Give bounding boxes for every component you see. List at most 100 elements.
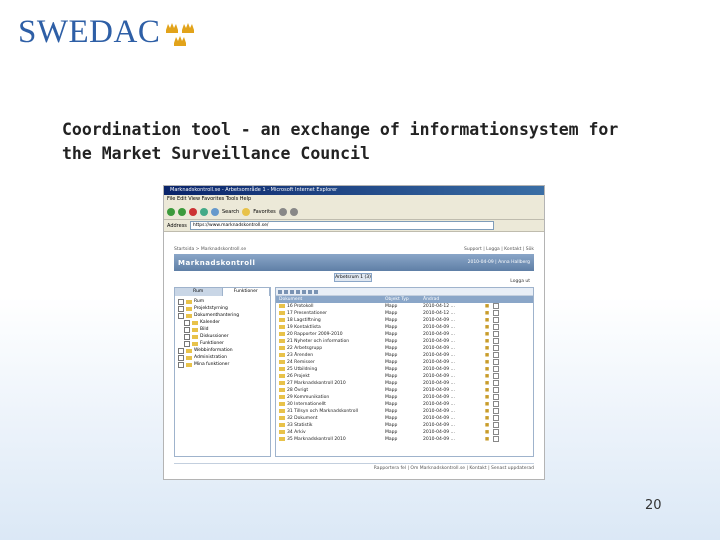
browser-menu-bar[interactable]: File Edit View Favorites Tools Help [164,195,544,204]
column-header[interactable]: Objekt Typ [385,296,423,303]
home-icon[interactable] [211,207,219,216]
lock-icon[interactable]: ■ [481,408,493,415]
row-checkbox[interactable] [493,352,499,358]
tree-item[interactable]: Projektstyrning [178,305,267,312]
table-row[interactable]: 31 Tillsyn och Marknadskontroll Mapp 2010-… [276,408,533,415]
column-header[interactable]: Dokument [276,296,385,303]
table-row[interactable]: 19 Kontaktlista Mapp 2010-04-09 ... ■ [276,324,533,331]
row-checkbox[interactable] [493,394,499,400]
lock-icon[interactable]: ■ [481,310,493,317]
lock-icon[interactable]: ■ [481,352,493,359]
document-name[interactable]: 26 Projekt [276,373,385,380]
forward-icon[interactable] [178,207,186,216]
row-checkbox[interactable] [493,415,499,421]
table-row[interactable]: 24 Remisser Mapp 2010-04-09 ... ■ [276,359,533,366]
upload-icon[interactable] [308,289,312,294]
row-checkbox[interactable] [493,345,499,351]
refresh-icon[interactable] [200,207,208,216]
document-name[interactable]: 29 Kommunikation [276,394,385,401]
table-row[interactable]: 33 Statistik Mapp 2010-04-09 ... ■ [276,422,533,429]
tree-item[interactable]: Diskussioner [178,333,267,340]
lock-icon[interactable]: ■ [481,401,493,408]
table-row[interactable]: 26 Projekt Mapp 2010-04-09 ... ■ [276,373,533,380]
tree-item[interactable]: Dokumenthantering [178,312,267,319]
logout-link[interactable]: Logga ut [510,279,530,284]
document-name[interactable]: 27 Marknadskontroll 2010 [276,380,385,387]
top-links[interactable]: Support | Logga | Kontakt | Sök [464,246,534,254]
breadcrumb[interactable]: Startsida > Marknadskontroll.se [174,246,246,254]
document-name[interactable]: 31 Tillsyn och Marknadskontroll [276,408,385,415]
app-footer[interactable]: Rapportera fel | Om Marknadskontroll.se … [174,463,534,471]
tree-item[interactable]: Mina funktioner [178,361,267,368]
stop-icon[interactable] [189,207,197,216]
row-checkbox[interactable] [493,317,499,323]
row-checkbox[interactable] [493,359,499,365]
lock-icon[interactable]: ■ [481,359,493,366]
table-row[interactable]: 35 Marknadskontroll 2010 Mapp 2010-04-09 .… [276,436,533,443]
lock-icon[interactable]: ■ [481,366,493,373]
row-checkbox[interactable] [493,436,499,442]
table-row[interactable]: 34 Arkiv Mapp 2010-04-09 ... ■ [276,429,533,436]
row-checkbox[interactable] [493,324,499,330]
tab-workspace[interactable]: Arbetsrum 1 (3) [334,273,372,282]
move-icon[interactable] [302,289,306,294]
delete-icon[interactable] [290,289,294,294]
lock-icon[interactable]: ■ [481,345,493,352]
lock-icon[interactable]: ■ [481,422,493,429]
row-checkbox[interactable] [493,331,499,337]
copy-icon[interactable] [296,289,300,294]
document-name[interactable]: 30 Internationellt [276,401,385,408]
table-row[interactable]: 16 Protokoll Mapp 2010-04-12 ... ■ [276,303,533,310]
favorites-icon[interactable] [242,207,251,216]
document-name[interactable]: 34 Arkiv [276,429,385,436]
document-name[interactable]: 35 Marknadskontroll 2010 [276,436,385,443]
column-header[interactable]: Ändrad [423,296,481,303]
table-row[interactable]: 28 Övrigt Mapp 2010-04-09 ... ■ [276,387,533,394]
row-checkbox[interactable] [493,303,499,309]
tab-rum[interactable]: Rum [175,288,223,296]
table-row[interactable]: 22 Arbetsgrupp Mapp 2010-04-09 ... ■ [276,345,533,352]
lock-icon[interactable]: ■ [481,338,493,345]
tree-item[interactable]: Administration [178,354,267,361]
tree-item[interactable]: Funktioner [178,340,267,347]
document-name[interactable]: 20 Rapporter 2009-2010 [276,331,385,338]
tree-item[interactable]: Rum [178,298,267,305]
document-name[interactable]: 21 Nyheter och information [276,338,385,345]
table-row[interactable]: 32 Dokument Mapp 2010-04-09 ... ■ [276,415,533,422]
edit-icon[interactable] [284,289,288,294]
document-name[interactable]: 23 Ärenden [276,352,385,359]
document-name[interactable]: 24 Remisser [276,359,385,366]
table-row[interactable]: 18 Lagstiftning Mapp 2010-04-09 ... ■ [276,317,533,324]
lock-icon[interactable]: ■ [481,303,493,310]
row-checkbox[interactable] [493,373,499,379]
tab-funktioner[interactable]: Funktioner [222,288,270,296]
lock-icon[interactable]: ■ [481,373,493,380]
favorites-button[interactable]: Favorites [253,209,276,215]
lock-icon[interactable]: ■ [481,415,493,422]
tree-item[interactable]: Bild [178,326,267,333]
lock-icon[interactable]: ■ [481,429,493,436]
document-name[interactable]: 28 Övrigt [276,387,385,394]
table-row[interactable]: 29 Kommunikation Mapp 2010-04-09 ... ■ [276,394,533,401]
document-name[interactable]: 16 Protokoll [276,303,385,310]
tree-item[interactable]: Webbinformation [178,347,267,354]
lock-icon[interactable]: ■ [481,394,493,401]
row-checkbox[interactable] [493,429,499,435]
row-checkbox[interactable] [493,422,499,428]
row-checkbox[interactable] [493,310,499,316]
document-name[interactable]: 32 Dokument [276,415,385,422]
address-field[interactable]: https://www.marknadskontroll.se/ [189,221,494,230]
print-icon[interactable] [289,207,298,216]
table-row[interactable]: 21 Nyheter och information Mapp 2010-04-09… [276,338,533,345]
table-row[interactable]: 17 Presentationer Mapp 2010-04-12 ... ■ [276,310,533,317]
row-checkbox[interactable] [493,366,499,372]
document-name[interactable]: 17 Presentationer [276,310,385,317]
row-checkbox[interactable] [493,408,499,414]
back-icon[interactable] [167,207,175,216]
table-row[interactable]: 20 Rapporter 2009-2010 Mapp 2010-04-09 ...… [276,331,533,338]
row-checkbox[interactable] [493,380,499,386]
table-row[interactable]: 23 Ärenden Mapp 2010-04-09 ... ■ [276,352,533,359]
lock-icon[interactable]: ■ [481,436,493,443]
tree-item[interactable]: Kalender [178,319,267,326]
download-icon[interactable] [314,289,318,294]
